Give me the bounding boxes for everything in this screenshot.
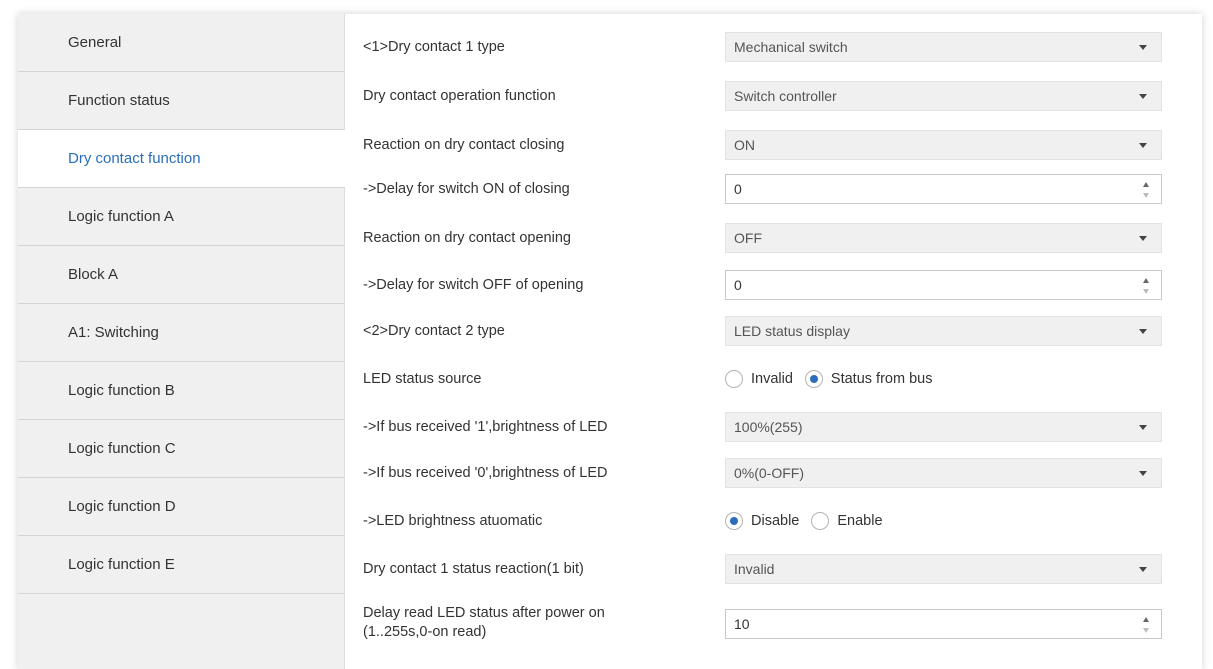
param-row-operation-function: Dry contact operation function Switch co… <box>345 81 1202 111</box>
dialog-frame: General Function status Dry contact func… <box>18 14 1202 669</box>
radio-disable[interactable]: Disable <box>725 512 799 530</box>
status-reaction-select[interactable]: Invalid <box>725 554 1162 584</box>
led-status-source-radio-group: Invalid Status from bus <box>725 364 944 394</box>
param-label: <2>Dry contact 2 type <box>363 322 505 339</box>
param-row-status-reaction: Dry contact 1 status reaction(1 bit) Inv… <box>345 554 1202 584</box>
sidebar-item-logic-function-a[interactable]: Logic function A <box>18 188 344 246</box>
sidebar-item-label: General <box>68 34 122 51</box>
sidebar-item-label: Logic function E <box>68 556 175 573</box>
sidebar-item-logic-function-e[interactable]: Logic function E <box>18 536 344 594</box>
brightness-1-select[interactable]: 100%(255) <box>725 412 1162 442</box>
operation-function-select[interactable]: Switch controller <box>725 81 1162 111</box>
param-row-led-brightness-automatic: ->LED brightness atuomatic Disable Enabl… <box>345 506 1202 536</box>
chevron-down-icon <box>1139 425 1147 430</box>
sidebar-item-logic-function-b[interactable]: Logic function B <box>18 362 344 420</box>
param-label: Delay read LED status after power on (1.… <box>363 605 605 640</box>
param-label: LED status source <box>363 370 482 387</box>
spinner-arrows-icon[interactable] <box>1143 181 1151 199</box>
sidebar-item-dry-contact-function[interactable]: Dry contact function <box>18 130 345 188</box>
dry-contact-1-type-select[interactable]: Mechanical switch <box>725 32 1162 62</box>
chevron-down-icon <box>1139 471 1147 476</box>
reaction-closing-select[interactable]: ON <box>725 130 1162 160</box>
sidebar: General Function status Dry contact func… <box>18 14 345 669</box>
param-label: ->If bus received '1',brightness of LED <box>363 418 608 435</box>
param-label: Reaction on dry contact opening <box>363 229 571 246</box>
chevron-down-icon <box>1139 45 1147 50</box>
led-brightness-automatic-radio-group: Disable Enable <box>725 506 895 536</box>
radio-checked-icon <box>804 370 823 388</box>
select-value: Mechanical switch <box>734 39 848 55</box>
chevron-down-icon <box>1139 329 1147 334</box>
radio-label: Enable <box>837 513 883 529</box>
spin-value: 0 <box>734 277 742 293</box>
select-value: ON <box>734 137 755 153</box>
sidebar-item-label: Dry contact function <box>68 150 201 167</box>
radio-invalid[interactable]: Invalid <box>725 370 793 388</box>
spin-value: 10 <box>734 616 750 632</box>
sidebar-item-logic-function-d[interactable]: Logic function D <box>18 478 344 536</box>
sidebar-item-general[interactable]: General <box>18 14 344 72</box>
parameter-panel: <1>Dry contact 1 type Mechanical switch … <box>345 14 1202 669</box>
param-row-delay-off-opening: ->Delay for switch OFF of opening 0 <box>345 270 1202 300</box>
sidebar-item-label: Logic function B <box>68 382 175 399</box>
sidebar-item-function-status[interactable]: Function status <box>18 72 344 130</box>
param-label: Reaction on dry contact closing <box>363 136 565 153</box>
select-value: 0%(0-OFF) <box>734 465 804 481</box>
param-label: Dry contact 1 status reaction(1 bit) <box>363 560 584 577</box>
param-row-brightness-1: ->If bus received '1',brightness of LED … <box>345 412 1202 442</box>
chevron-down-icon <box>1139 567 1147 572</box>
spinner-arrows-icon[interactable] <box>1143 616 1151 634</box>
delay-off-opening-input[interactable]: 0 <box>725 270 1162 300</box>
brightness-0-select[interactable]: 0%(0-OFF) <box>725 458 1162 488</box>
param-row-reaction-closing: Reaction on dry contact closing ON <box>345 130 1202 160</box>
select-value: Switch controller <box>734 88 837 104</box>
select-value: LED status display <box>734 323 850 339</box>
radio-checked-icon <box>725 512 743 530</box>
param-label: ->If bus received '0',brightness of LED <box>363 464 608 481</box>
sidebar-item-label: Function status <box>68 92 170 109</box>
delay-read-led-input[interactable]: 10 <box>725 609 1162 639</box>
radio-label: Invalid <box>751 371 793 387</box>
radio-label: Status from bus <box>830 371 933 387</box>
param-label: <1>Dry contact 1 type <box>363 38 505 55</box>
sidebar-item-label: Logic function D <box>68 498 176 515</box>
reaction-opening-select[interactable]: OFF <box>725 223 1162 253</box>
sidebar-item-label: Logic function C <box>68 440 176 457</box>
chevron-down-icon <box>1139 94 1147 99</box>
param-row-brightness-0: ->If bus received '0',brightness of LED … <box>345 458 1202 488</box>
sidebar-item-block-a[interactable]: Block A <box>18 246 344 304</box>
radio-unchecked-icon <box>725 370 743 388</box>
param-row-delay-on-closing: ->Delay for switch ON of closing 0 <box>345 174 1202 204</box>
select-value: Invalid <box>734 561 775 577</box>
radio-enable[interactable]: Enable <box>811 512 883 530</box>
spinner-arrows-icon[interactable] <box>1143 277 1151 295</box>
sidebar-item-label: Block A <box>68 266 119 283</box>
param-row-dry-contact-2-type: <2>Dry contact 2 type LED status display <box>345 316 1202 346</box>
param-row-delay-read-led: Delay read LED status after power on (1.… <box>345 602 1202 646</box>
sidebar-item-logic-function-c[interactable]: Logic function C <box>18 420 344 478</box>
radio-unchecked-icon <box>811 512 830 530</box>
radio-label: Disable <box>751 513 800 529</box>
param-label: Dry contact operation function <box>363 87 556 104</box>
param-label: ->LED brightness atuomatic <box>363 512 543 529</box>
radio-status-from-bus[interactable]: Status from bus <box>804 370 933 388</box>
spin-value: 0 <box>734 181 742 197</box>
chevron-down-icon <box>1139 236 1147 241</box>
chevron-down-icon <box>1139 143 1147 148</box>
sidebar-item-a1-switching[interactable]: A1: Switching <box>18 304 344 362</box>
dry-contact-2-type-select[interactable]: LED status display <box>725 316 1162 346</box>
param-label: ->Delay for switch OFF of opening <box>363 276 584 293</box>
param-row-reaction-opening: Reaction on dry contact opening OFF <box>345 223 1202 253</box>
param-label: ->Delay for switch ON of closing <box>363 180 570 197</box>
select-value: OFF <box>734 230 762 246</box>
delay-on-closing-input[interactable]: 0 <box>725 174 1162 204</box>
sidebar-item-label: Logic function A <box>68 208 174 225</box>
param-row-dry-contact-1-type: <1>Dry contact 1 type Mechanical switch <box>345 32 1202 62</box>
select-value: 100%(255) <box>734 419 803 435</box>
sidebar-item-label: A1: Switching <box>68 324 159 341</box>
param-row-led-status-source: LED status source Invalid Status from bu… <box>345 364 1202 394</box>
